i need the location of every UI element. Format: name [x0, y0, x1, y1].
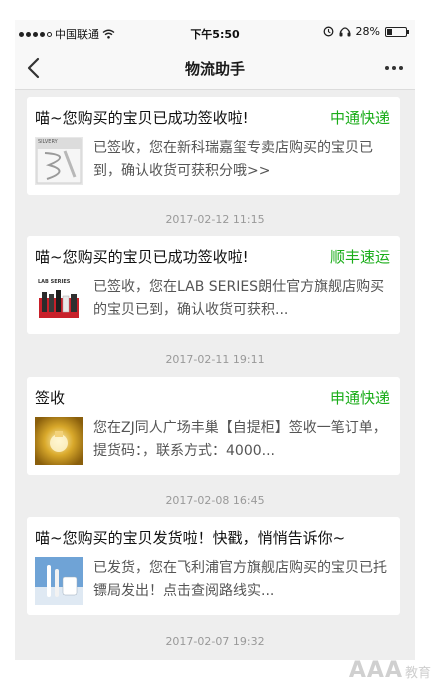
battery-icon: [385, 26, 409, 37]
message-time: 2017-02-08 16:45: [165, 494, 265, 507]
message-body: 您在ZJ同人广场丰巢【自提柜】签收一笔订单，提货码：，联系方式：4000...: [93, 420, 387, 459]
phone-screen: 中国联通 下午5:50 28% 物流助手 喵~您购买的宝贝已成功签收啦! 中通快…: [15, 20, 415, 660]
watermark-sub: 教育: [404, 666, 431, 681]
thumb-brand: SILVERY: [38, 139, 58, 145]
status-bar: 中国联通 下午5:50 28%: [15, 20, 415, 46]
cable-product-thumbnail: SILVERY: [35, 137, 83, 185]
watermark-logo: AAA 教育: [349, 658, 431, 683]
nav-bar: 物流助手: [15, 46, 415, 90]
message-body: 已发货，您在飞利浦官方旗舰店购买的宝贝已托镖局发出！点击查阅路线实...: [93, 560, 387, 599]
message-title: 喵~您购买的宝贝已成功签收啦!: [35, 109, 249, 127]
watermark-main: AAA: [348, 658, 403, 683]
message-time: 2017-02-07 19:32: [165, 635, 265, 648]
message-card[interactable]: 喵~您购买的宝贝已成功签收啦! 顺丰速运 LAB SERIES 已签收，您在LA…: [27, 236, 400, 334]
message-time: 2017-02-12 11:15: [165, 213, 265, 226]
thumb-brand: LAB SERIES: [38, 279, 71, 285]
battery-percent: 28%: [355, 25, 380, 38]
message-title: 喵~您购买的宝贝发货啦！快戳，悄悄告诉你~: [35, 529, 346, 547]
alarm-icon: [323, 26, 333, 37]
toothbrush-product-thumbnail: [35, 557, 83, 605]
message-time: 2017-02-11 19:11: [165, 353, 265, 366]
headphones-icon: [339, 27, 351, 37]
carrier-name: 顺丰速运: [329, 248, 390, 266]
status-right: 28%: [323, 25, 409, 38]
lab-series-product-thumbnail: LAB SERIES: [35, 276, 83, 324]
more-dots-icon[interactable]: [385, 66, 403, 70]
carrier-name: 中通快递: [329, 109, 390, 127]
message-body: 已签收，您在LAB SERIES朗仕官方旗舰店购买的宝贝已到，确认收货可获积..…: [93, 279, 385, 318]
message-card[interactable]: 签收 申通快递 您在ZJ同人广场丰巢【自提柜】签收一笔订单，提货码：，联系方式：…: [27, 377, 400, 475]
message-card[interactable]: 喵~您购买的宝贝发货啦！快戳，悄悄告诉你~ 已发货，您在飞利浦官方旗舰店购买的宝…: [27, 517, 400, 615]
message-title: 签收: [35, 389, 66, 407]
page-title: 物流助手: [184, 60, 245, 78]
message-card[interactable]: 喵~您购买的宝贝已成功签收啦! 中通快递 SILVERY 已签收，您在新科瑞嘉玺…: [27, 97, 400, 195]
message-title: 喵~您购买的宝贝已成功签收啦!: [35, 248, 249, 266]
carrier-name: 申通快递: [329, 389, 390, 407]
gold-package-thumbnail: [35, 417, 83, 465]
message-body: 已签收，您在新科瑞嘉玺专卖店购买的宝贝已到，确认收货可获积分哦>>: [93, 140, 373, 179]
